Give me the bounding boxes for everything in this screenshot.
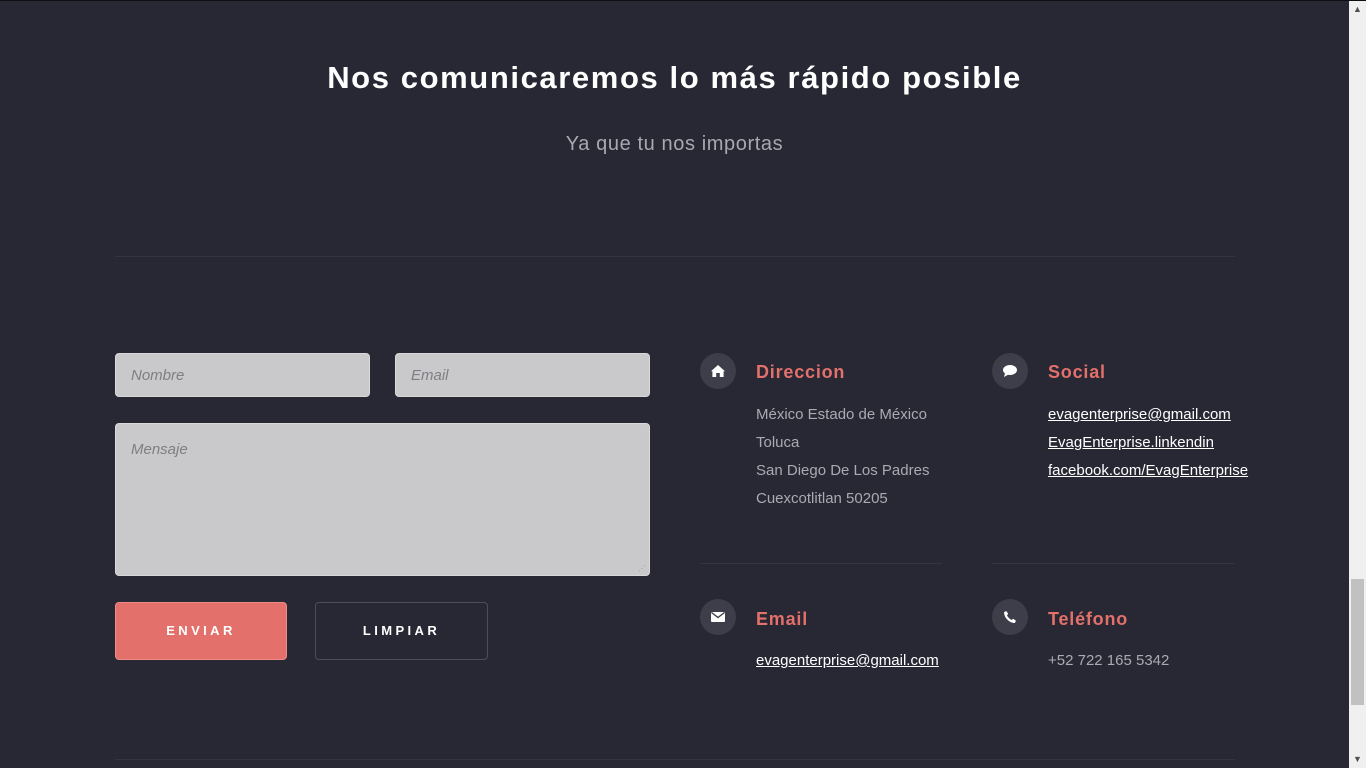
address-line: Cuexcotlitlan 50205: [756, 490, 888, 507]
phone-icon: [992, 599, 1028, 635]
email-input[interactable]: [395, 353, 650, 397]
phone-number: +52 722 165 5342: [1048, 652, 1170, 669]
social-link-item: facebook.com/EvagEnterprise: [1048, 457, 1248, 485]
section-title: Nos comunicaremos lo más rápido posible: [327, 60, 1022, 95]
name-input[interactable]: [115, 353, 370, 397]
envelope-icon: [700, 599, 736, 635]
phone-title: Teléfono: [1048, 609, 1129, 629]
social-link-item: EvagEnterprise.linkendin: [1048, 429, 1248, 457]
info-divider-right: [992, 563, 1235, 564]
social-link-email[interactable]: evagenterprise@gmail.com: [1048, 406, 1231, 423]
bottom-divider: [115, 759, 1235, 760]
scrollbar-thumb[interactable]: [1351, 579, 1364, 705]
email-title: Email: [756, 609, 809, 629]
social-link-facebook[interactable]: facebook.com/EvagEnterprise: [1048, 462, 1248, 479]
address-title: Direccion: [756, 362, 846, 382]
section-subtitle: Ya que tu nos importas: [565, 133, 784, 155]
clear-button[interactable]: LIMPIAR: [315, 602, 488, 660]
social-link-item: evagenterprise@gmail.com: [1048, 401, 1248, 429]
chat-bubble-icon: [992, 353, 1028, 389]
section-divider: [115, 256, 1235, 257]
address-line: San Diego De Los Padres: [756, 462, 930, 479]
email-link[interactable]: evagenterprise@gmail.com: [756, 652, 939, 669]
scroll-down-arrow-icon[interactable]: ▼: [1349, 751, 1366, 768]
social-title: Social: [1048, 362, 1106, 382]
social-links: evagenterprise@gmail.com EvagEnterprise.…: [1048, 401, 1248, 485]
contact-section: Nos comunicaremos lo más rápido posible …: [0, 0, 1349, 768]
social-link-linkedin[interactable]: EvagEnterprise.linkendin: [1048, 434, 1214, 451]
message-textarea[interactable]: [115, 423, 650, 576]
address-line: México Estado de México: [756, 406, 927, 423]
address-line: Toluca: [756, 434, 800, 451]
vertical-scrollbar[interactable]: ▲ ▼: [1349, 1, 1366, 768]
info-divider-left: [700, 563, 942, 564]
scroll-up-arrow-icon[interactable]: ▲: [1349, 1, 1366, 18]
home-icon: [700, 353, 736, 389]
submit-button[interactable]: ENVIAR: [115, 602, 287, 660]
resize-grip-icon[interactable]: ⋰: [638, 565, 646, 573]
address-lines: México Estado de México Toluca San Diego…: [756, 401, 929, 513]
